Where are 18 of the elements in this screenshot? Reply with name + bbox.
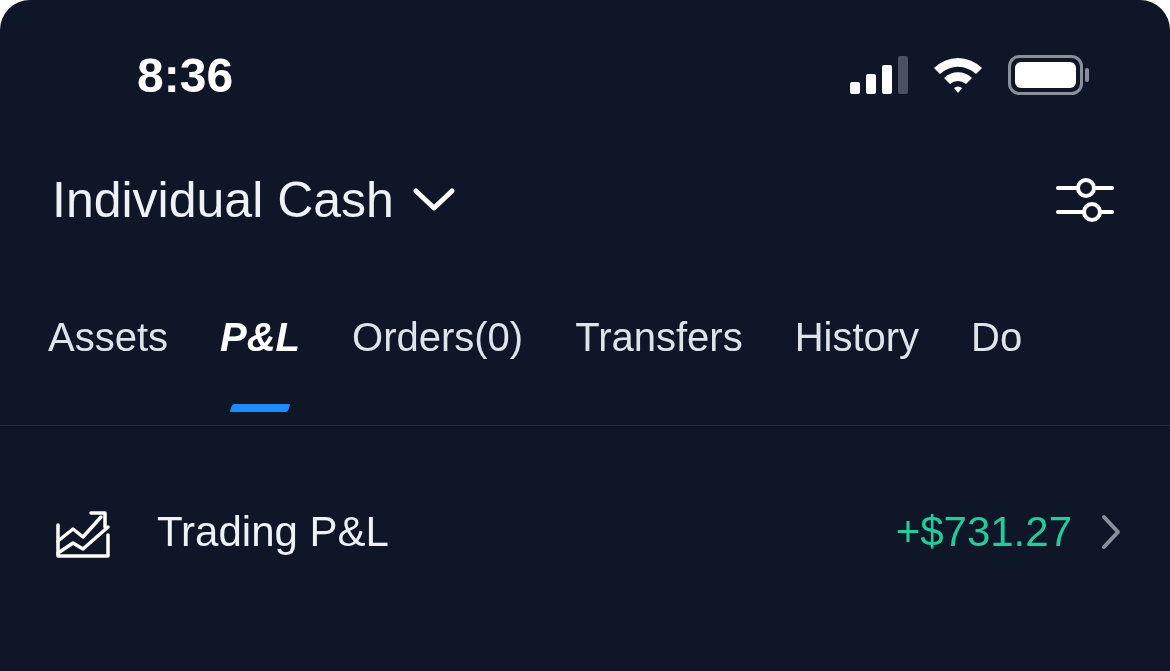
battery-icon [1008, 55, 1090, 95]
tab-indicator [229, 404, 291, 412]
tab[interactable]: Assets [48, 315, 169, 360]
status-time: 8:36 [137, 47, 234, 103]
list-row[interactable]: Trading P&L +$731.27 [0, 426, 1170, 638]
chevron-right-icon [1100, 514, 1122, 550]
pnl-value: +$731.27 [895, 508, 1072, 556]
tab[interactable]: Transfers [575, 315, 743, 360]
tab[interactable]: History [794, 315, 920, 360]
wifi-icon [932, 56, 984, 94]
settings-icon[interactable] [1056, 175, 1114, 225]
row-label: Trading P&L [157, 508, 390, 556]
tab[interactable]: Orders(0) [352, 315, 524, 360]
chevron-down-icon [411, 187, 456, 213]
signal-icon [850, 56, 908, 94]
tab[interactable]: P&L [220, 315, 301, 360]
tab[interactable]: Do [971, 315, 1023, 360]
account-dropdown[interactable]: Individual Cash [52, 171, 456, 229]
